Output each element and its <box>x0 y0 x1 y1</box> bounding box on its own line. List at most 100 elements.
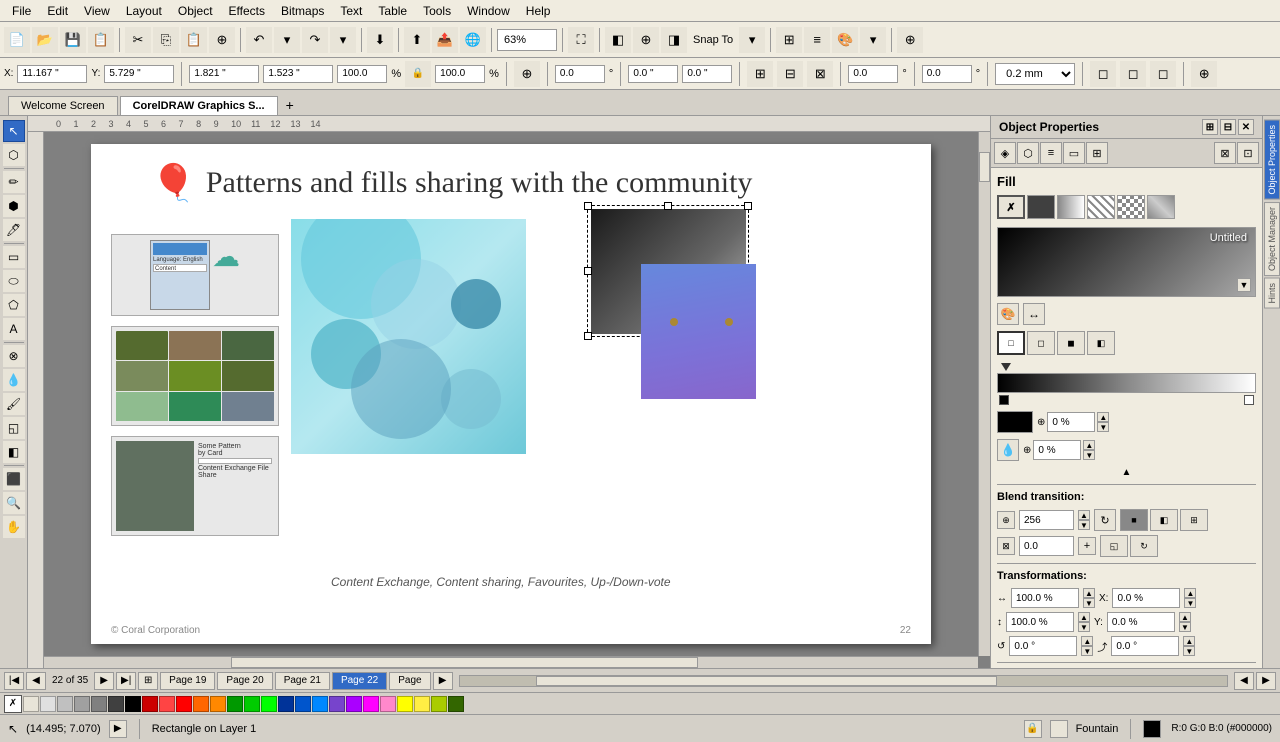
snap-right[interactable]: ◨ <box>661 27 687 53</box>
fill-tool[interactable]: ⬛ <box>3 468 25 490</box>
select-tool[interactable]: ↖ <box>3 120 25 142</box>
tr-y-dn[interactable]: ▼ <box>1179 622 1191 632</box>
open-button[interactable]: 📂 <box>32 27 58 53</box>
snap-dropdown[interactable]: ▾ <box>739 27 765 53</box>
freehand-tool[interactable]: ✏ <box>3 171 25 193</box>
panel-tab-outline[interactable]: ⬡ <box>1017 142 1039 164</box>
angle-input[interactable] <box>555 65 605 83</box>
redo-button[interactable]: ↷ <box>302 27 328 53</box>
corner-btn3[interactable]: ◻ <box>1150 61 1176 87</box>
swatch-blue[interactable] <box>312 696 328 712</box>
paint-tool[interactable]: 🖌 <box>3 393 25 415</box>
transform-btn1[interactable]: ⊞ <box>747 61 773 87</box>
menu-window[interactable]: Window <box>459 2 518 20</box>
palette-no-fill[interactable]: ✗ <box>4 695 22 713</box>
menu-table[interactable]: Table <box>370 2 415 20</box>
save-button[interactable]: 💾 <box>60 27 86 53</box>
blend-align1[interactable]: ◱ <box>1100 535 1128 557</box>
preset-square1[interactable]: □ <box>997 331 1025 355</box>
grad-stop-right[interactable] <box>1244 395 1254 405</box>
fill-type-gradient[interactable] <box>1057 195 1085 219</box>
blend-offset-icon[interactable]: ⊠ <box>997 537 1015 555</box>
gradient-bar[interactable] <box>997 373 1256 393</box>
panel-dock-btn[interactable]: ⊞ <box>1202 119 1218 135</box>
view-options2[interactable]: ≡ <box>804 27 830 53</box>
add-page[interactable]: ⊕ <box>897 27 923 53</box>
tab-add-button[interactable]: + <box>280 95 300 115</box>
swatch-pink[interactable] <box>380 696 396 712</box>
page-tab-21[interactable]: Page 21 <box>275 672 330 690</box>
vertical-scrollbar[interactable] <box>978 132 990 656</box>
snap-left[interactable]: ◧ <box>605 27 631 53</box>
page-scrollbar-thumb[interactable] <box>536 676 996 686</box>
panel-undock-btn[interactable]: ⊟ <box>1220 119 1236 135</box>
corner-btn1[interactable]: ◻ <box>1090 61 1116 87</box>
tr-x-input[interactable]: 0.0 % <box>1112 588 1180 608</box>
preset-square4[interactable]: ◧ <box>1087 331 1115 355</box>
swatch-blue-dark[interactable] <box>295 696 311 712</box>
blend-dn[interactable]: ▼ <box>1078 520 1090 530</box>
tr-a1-input[interactable]: 0.0 ° <box>1009 636 1077 656</box>
page-prev-btn[interactable]: ◀ <box>26 672 46 690</box>
swatch-orange-dark[interactable] <box>193 696 209 712</box>
undo-dropdown[interactable]: ▾ <box>274 27 300 53</box>
copy-button[interactable]: ⎘ <box>153 27 179 53</box>
swatch-yellow[interactable] <box>397 696 413 712</box>
pct2-input[interactable] <box>1033 440 1081 460</box>
blend-value-input[interactable]: 256 <box>1019 510 1074 530</box>
paste-button[interactable]: 📋 <box>181 27 207 53</box>
redo-dropdown[interactable]: ▾ <box>330 27 356 53</box>
grad-reverse-btn[interactable]: ↔ <box>1023 303 1045 325</box>
polygon-tool[interactable]: ⬠ <box>3 294 25 316</box>
swatch-yellow-light[interactable] <box>414 696 430 712</box>
tab-coreldraw[interactable]: CorelDRAW Graphics S... <box>120 96 278 115</box>
page-tab-20[interactable]: Page 20 <box>217 672 272 690</box>
angle5-input[interactable] <box>922 65 972 83</box>
eyedropper-tool[interactable]: 💧 <box>3 369 25 391</box>
swatch-8[interactable] <box>159 696 175 712</box>
swatch-3[interactable] <box>74 696 90 712</box>
save-all-button[interactable]: 📋 <box>88 27 114 53</box>
menu-tools[interactable]: Tools <box>415 2 459 20</box>
pct2-up[interactable]: ▲ <box>1083 440 1095 450</box>
tr-a2-dn[interactable]: ▼ <box>1183 646 1195 656</box>
transparency-tool[interactable]: ◧ <box>3 441 25 463</box>
export-button[interactable]: ⬆ <box>404 27 430 53</box>
preset-square2[interactable]: ◻ <box>1027 331 1055 355</box>
grad-color-btn[interactable]: 🎨 <box>997 303 1019 325</box>
height-input[interactable] <box>263 65 333 83</box>
add-circle-btn[interactable]: ⊕ <box>1191 61 1217 87</box>
new-button[interactable]: 📄 <box>4 27 30 53</box>
corner-btn2[interactable]: ◻ <box>1120 61 1146 87</box>
blend-type3[interactable]: ⊞ <box>1180 509 1208 531</box>
swatch-red[interactable] <box>176 696 192 712</box>
menu-bitmaps[interactable]: Bitmaps <box>273 2 332 20</box>
swatch-2[interactable] <box>57 696 73 712</box>
tr-a2-input[interactable]: 0.0 ° <box>1111 636 1179 656</box>
transform-btn2[interactable]: ⊟ <box>777 61 803 87</box>
transform-btn3[interactable]: ⊠ <box>807 61 833 87</box>
blend-type2[interactable]: ◧ <box>1150 509 1178 531</box>
swatch-1[interactable] <box>40 696 56 712</box>
zoom-input[interactable] <box>497 29 557 51</box>
status-lock-btn[interactable]: 🔒 <box>1024 720 1042 738</box>
x-input[interactable] <box>17 65 87 83</box>
fill-type-none[interactable]: ✗ <box>997 195 1025 219</box>
height-pct-input[interactable] <box>435 65 485 83</box>
page-last-btn[interactable]: ▶| <box>116 672 136 690</box>
text-tool[interactable]: A <box>3 318 25 340</box>
preset-square3[interactable]: ◼ <box>1057 331 1085 355</box>
page-next-btn[interactable]: ▶ <box>94 672 114 690</box>
import-button[interactable]: ⬇ <box>367 27 393 53</box>
undo-button[interactable]: ↶ <box>246 27 272 53</box>
tr-w-up[interactable]: ▲ <box>1083 588 1095 598</box>
angle4-input[interactable] <box>848 65 898 83</box>
export-pdf-button[interactable]: 📤 <box>432 27 458 53</box>
fill-type-texture[interactable] <box>1117 195 1145 219</box>
cut-button[interactable]: ✂ <box>125 27 151 53</box>
tr-a1-up[interactable]: ▲ <box>1081 636 1093 646</box>
angle2-input[interactable] <box>628 65 678 83</box>
tr-y-input[interactable]: 0.0 % <box>1107 612 1175 632</box>
pan-tool[interactable]: ✋ <box>3 516 25 538</box>
tr-y-up[interactable]: ▲ <box>1179 612 1191 622</box>
